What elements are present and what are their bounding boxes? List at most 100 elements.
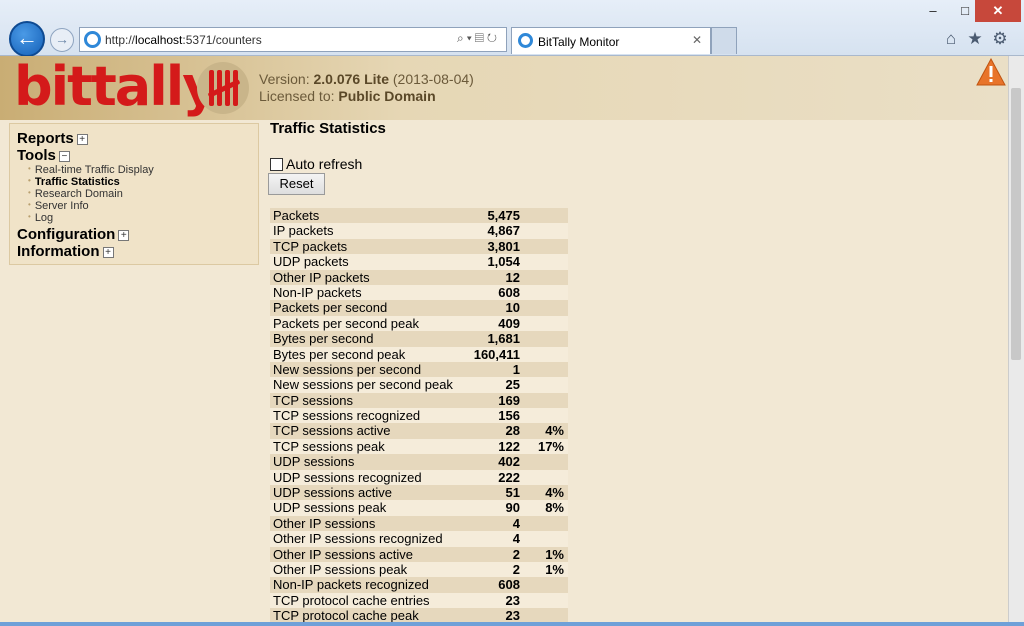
- stat-label: Bytes per second: [273, 331, 374, 347]
- stat-value: 2: [512, 546, 520, 562]
- stat-value: 51: [505, 485, 520, 501]
- ie-page-icon: [84, 31, 101, 48]
- nav-information[interactable]: Information +: [17, 243, 114, 260]
- gear-icon[interactable]: ⚙: [990, 29, 1010, 49]
- stat-percent: 17%: [537, 438, 564, 454]
- stat-label: UDP packets: [273, 254, 349, 270]
- minimize-button[interactable]: –: [917, 0, 949, 22]
- close-tab-icon[interactable]: ✕: [692, 33, 702, 47]
- auto-refresh-checkbox[interactable]: Auto refresh: [270, 156, 362, 172]
- stat-label: TCP protocol cache entries: [273, 592, 430, 608]
- table-row: Bytes per second peak 160,411: [270, 346, 568, 362]
- sidebar-nav: Reports+ Tools− Real-time Traffic Displa…: [9, 123, 259, 265]
- sidebar-item-log[interactable]: Log: [28, 212, 53, 224]
- stat-label: UDP sessions active: [273, 485, 392, 501]
- stat-label: Other IP packets: [273, 269, 370, 285]
- star-icon[interactable]: ★: [965, 29, 985, 49]
- nav-configuration[interactable]: Configuration +: [17, 226, 130, 243]
- stat-value: 3,801: [487, 238, 520, 254]
- stat-label: Other IP sessions active: [273, 546, 413, 562]
- address-bar[interactable]: http://localhost:5371/counters ⌕▾▤↻: [79, 27, 507, 52]
- stat-label: IP packets: [273, 223, 334, 239]
- table-row: UDP sessions active 51 4%: [270, 485, 568, 501]
- refresh-icon[interactable]: ↻: [487, 31, 500, 45]
- nav-reports[interactable]: Reports +: [17, 130, 88, 147]
- bittally-logo: bittally: [14, 56, 217, 118]
- stat-value: 1,681: [487, 331, 520, 347]
- stat-label: TCP sessions peak: [273, 438, 385, 454]
- tab-title: BitTally Monitor: [538, 35, 620, 49]
- table-row: New sessions per second 1: [270, 361, 568, 378]
- address-url[interactable]: http://localhost:5371/counters: [105, 33, 262, 47]
- address-actions[interactable]: ⌕▾▤↻: [457, 31, 500, 46]
- expand-icon[interactable]: +: [118, 230, 130, 241]
- forward-arrow-icon[interactable]: →: [50, 28, 74, 52]
- expand-icon[interactable]: +: [102, 247, 114, 258]
- table-row: TCP sessions peak 122 17%: [270, 438, 568, 455]
- stat-value: 160,411: [473, 346, 520, 362]
- table-row: Other IP sessions 4: [270, 515, 568, 532]
- stat-value: 10: [505, 300, 520, 316]
- stat-label: UDP sessions recognized: [273, 469, 422, 485]
- scrollbar-thumb[interactable]: [1011, 88, 1021, 360]
- stat-value: 409: [498, 315, 520, 331]
- table-row: TCP sessions active 28 4%: [270, 423, 568, 439]
- stat-value: 12: [505, 269, 520, 285]
- stat-label: TCP packets: [273, 238, 348, 254]
- sidebar-item-research-domain[interactable]: Research Domain: [28, 188, 123, 200]
- stat-value: 1: [512, 361, 520, 377]
- tab-bittally-monitor[interactable]: BitTally Monitor ✕: [511, 27, 711, 54]
- tally-marks-icon: [197, 62, 249, 114]
- table-row: UDP sessions peak 90 8%: [270, 500, 568, 516]
- stat-label: Other IP sessions peak: [273, 561, 408, 577]
- search-icon[interactable]: ⌕: [457, 31, 467, 45]
- stat-label: UDP sessions peak: [273, 500, 387, 516]
- table-row: IP packets 4,867: [270, 223, 568, 239]
- sidebar-item-traffic-statistics[interactable]: Traffic Statistics: [28, 176, 120, 188]
- checkbox-box[interactable]: [270, 158, 283, 171]
- stat-value: 4,867: [487, 223, 520, 239]
- warning-icon[interactable]: [976, 58, 1006, 86]
- nav-tools[interactable]: Tools −: [17, 147, 70, 164]
- page-viewport: bittally Version: 2.0.076 Lite (2013-08-…: [0, 56, 1008, 622]
- table-row: TCP sessions 169: [270, 392, 568, 409]
- expand-icon[interactable]: +: [76, 134, 88, 145]
- stat-value: 2: [512, 561, 520, 577]
- table-row: TCP sessions recognized 156: [270, 408, 568, 424]
- compat-view-icon[interactable]: ▤: [475, 31, 487, 45]
- version-info: Version: 2.0.076 Lite (2013-08-04) Licen…: [259, 71, 474, 104]
- home-icon[interactable]: ⌂: [941, 29, 961, 49]
- stat-value: 28: [505, 423, 520, 439]
- stat-value: 23: [505, 608, 520, 622]
- statistics-table: Packets 5,475 IP packets 4,867 TCP packets 3,…: [270, 208, 568, 622]
- back-arrow-icon[interactable]: ←: [9, 21, 45, 57]
- close-window-button[interactable]: ✕: [975, 0, 1021, 22]
- window-frame: [0, 622, 1024, 626]
- stat-value: 25: [505, 377, 520, 393]
- new-tab-button[interactable]: [711, 27, 737, 54]
- stat-value: 1,054: [487, 254, 520, 270]
- table-row: TCP protocol cache peak 23: [270, 608, 568, 622]
- table-row: Packets 5,475: [270, 208, 568, 224]
- stat-label: Packets per second peak: [273, 315, 419, 331]
- stat-value: 608: [498, 284, 520, 300]
- browser-toolbar: – □ ✕ ← → http://localhost:5371/counters…: [0, 0, 1024, 57]
- stat-label: Other IP sessions recognized: [273, 531, 443, 547]
- stat-label: TCP sessions: [273, 392, 353, 408]
- reset-button[interactable]: Reset: [268, 173, 325, 195]
- vertical-scrollbar[interactable]: [1008, 56, 1024, 622]
- stat-label: Other IP sessions: [273, 515, 376, 531]
- table-row: Non-IP packets recognized 608: [270, 577, 568, 593]
- dropdown-icon[interactable]: ▾: [467, 31, 475, 45]
- table-row: Other IP sessions peak 2 1%: [270, 561, 568, 578]
- stat-value: 222: [498, 469, 520, 485]
- table-row: UDP packets 1,054: [270, 254, 568, 270]
- stat-value: 90: [505, 500, 520, 516]
- stat-value: 156: [498, 408, 520, 424]
- sidebar-item-realtime-traffic[interactable]: Real-time Traffic Display: [28, 164, 154, 176]
- collapse-icon[interactable]: −: [58, 151, 70, 162]
- stat-value: 4: [512, 531, 520, 547]
- stat-percent: 4%: [545, 485, 564, 501]
- table-row: TCP protocol cache entries 23: [270, 592, 568, 609]
- sidebar-item-server-info[interactable]: Server Info: [28, 200, 89, 212]
